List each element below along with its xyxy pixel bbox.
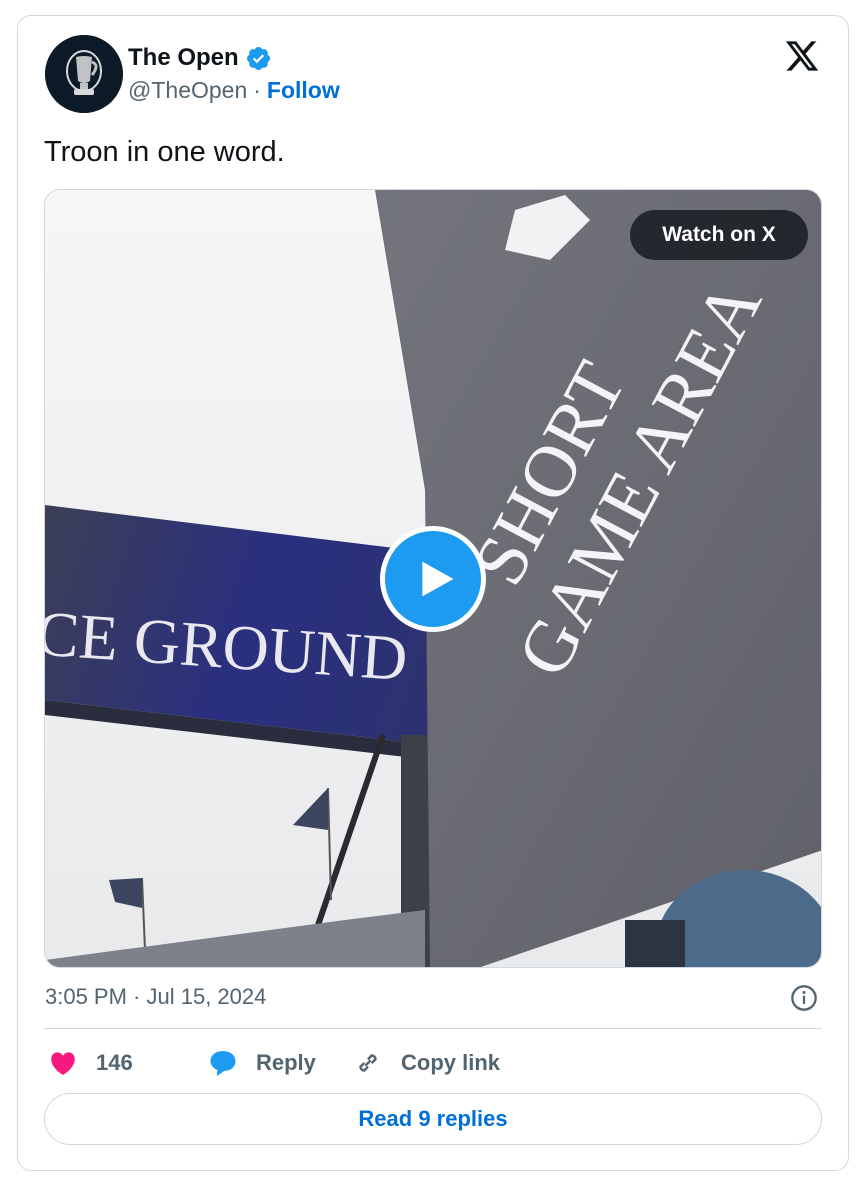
reply-label: Reply bbox=[256, 1050, 316, 1075]
separator: · bbox=[253, 77, 261, 103]
author-handle[interactable]: @TheOpen bbox=[128, 77, 247, 104]
follow-link[interactable]: Follow bbox=[267, 77, 340, 104]
tweet-timestamp[interactable]: 3:05 PM · Jul 15, 2024 bbox=[45, 984, 266, 1010]
claret-jug-logo-icon bbox=[45, 35, 123, 113]
copy-link-button[interactable]: Copy link bbox=[353, 1048, 500, 1078]
watch-on-x-label: Watch on X bbox=[662, 223, 776, 246]
play-icon bbox=[422, 561, 454, 597]
author-name-row: The Open bbox=[128, 42, 272, 74]
like-button[interactable]: 146 bbox=[48, 1048, 208, 1078]
info-icon[interactable] bbox=[790, 984, 818, 1012]
speech-bubble-icon bbox=[210, 1051, 236, 1077]
tweet-text: Troon in one word. bbox=[44, 136, 285, 168]
verified-badge-icon bbox=[245, 45, 272, 72]
like-count: 146 bbox=[96, 1050, 133, 1075]
action-bar: 146 Reply Copy link bbox=[48, 1046, 500, 1080]
watch-on-x-button[interactable]: Watch on X bbox=[630, 210, 808, 260]
avatar[interactable] bbox=[45, 35, 123, 113]
video-media[interactable]: CE GROUND SHORT GAME AREA Watch on X bbox=[44, 189, 822, 968]
reply-button[interactable]: Reply bbox=[208, 1048, 353, 1078]
copy-link-label: Copy link bbox=[401, 1050, 501, 1075]
read-replies-button[interactable]: Read 9 replies bbox=[44, 1093, 822, 1145]
heart-icon bbox=[51, 1052, 75, 1075]
tweet-card: The Open @TheOpen · Follow Troon in one … bbox=[17, 15, 849, 1171]
divider bbox=[44, 1028, 822, 1029]
read-replies-label: Read 9 replies bbox=[358, 1106, 508, 1131]
handle-row: @TheOpen · Follow bbox=[128, 77, 340, 104]
link-icon bbox=[359, 1054, 377, 1072]
x-logo-icon[interactable] bbox=[784, 38, 820, 74]
play-button[interactable] bbox=[380, 526, 486, 632]
author-name[interactable]: The Open bbox=[128, 44, 239, 72]
